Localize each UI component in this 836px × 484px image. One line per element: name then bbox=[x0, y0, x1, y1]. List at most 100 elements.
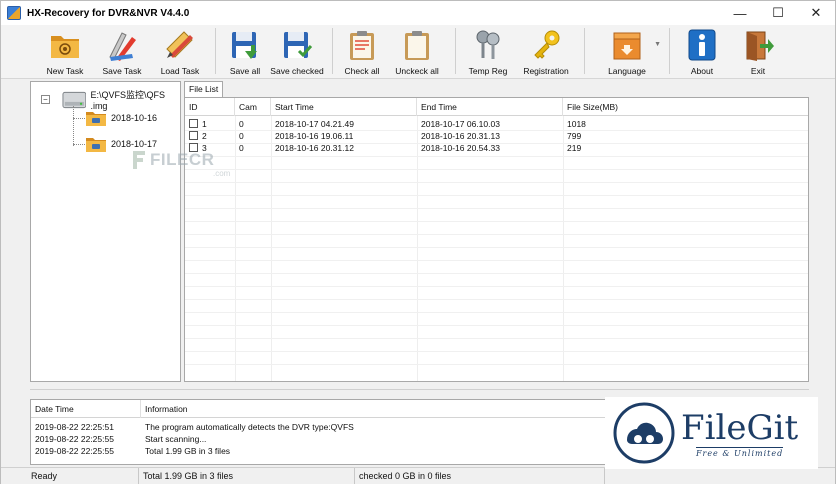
grid-line bbox=[185, 234, 808, 235]
log-info: The program automatically detects the DV… bbox=[145, 422, 354, 432]
grid-line bbox=[185, 338, 808, 339]
close-button[interactable]: ✕ bbox=[797, 1, 835, 25]
check-all-label: Check all bbox=[344, 66, 380, 76]
golden-key-icon bbox=[529, 28, 563, 62]
toolbar-separator bbox=[215, 28, 216, 74]
table-row[interactable]: 3 0 2018-10-16 20.31.12 2018-10-16 20.54… bbox=[185, 142, 808, 155]
registration-button[interactable]: Registration bbox=[514, 25, 578, 77]
ruler-pencil-icon bbox=[105, 28, 139, 62]
row-id: 2 bbox=[202, 131, 207, 141]
log-info: Total 1.99 GB in 3 files bbox=[145, 446, 231, 456]
filegit-watermark: FileGit Free & Unlimited bbox=[605, 397, 818, 469]
cell-file-size: 219 bbox=[567, 143, 582, 153]
hard-drive-icon bbox=[62, 91, 86, 108]
toolbar-separator bbox=[455, 28, 456, 74]
status-checked: checked 0 GB in 0 files bbox=[355, 468, 605, 484]
save-task-label: Save Task bbox=[102, 66, 142, 76]
window-controls: — ☐ ✕ bbox=[721, 1, 835, 25]
file-list-table: ID Cam Start Time End Time File Size(MB)… bbox=[184, 97, 809, 382]
tree-item-label: 2018-10-16 bbox=[111, 113, 158, 123]
save-all-button[interactable]: Save all bbox=[222, 25, 268, 77]
new-task-button[interactable]: New Task bbox=[37, 25, 93, 77]
grid-line bbox=[185, 169, 808, 170]
uncheck-all-button[interactable]: Unckeck all bbox=[385, 25, 449, 77]
language-button[interactable]: Language ▼ bbox=[591, 25, 663, 77]
minimize-button[interactable]: — bbox=[721, 1, 759, 25]
info-icon bbox=[685, 28, 719, 62]
exit-label: Exit bbox=[750, 66, 766, 76]
keys-icon bbox=[471, 28, 505, 62]
filecr-watermark: FILECR .com bbox=[131, 149, 230, 178]
check-all-button[interactable]: Check all bbox=[339, 25, 385, 77]
column-header-cam[interactable]: Cam bbox=[235, 98, 271, 116]
folder-tree: − E:\QVFS监控\QFS .img 2018-10-16 2018-10-… bbox=[30, 81, 181, 382]
cell-cam: 0 bbox=[239, 143, 244, 153]
collapse-toggle[interactable]: − bbox=[41, 95, 50, 104]
column-header-start-time[interactable]: Start Time bbox=[271, 98, 417, 116]
column-header-date-time[interactable]: Date Time bbox=[31, 400, 141, 418]
about-label: About bbox=[690, 66, 714, 76]
new-task-label: New Task bbox=[46, 66, 84, 76]
row-id: 1 bbox=[202, 119, 207, 129]
tree-root-item[interactable]: − E:\QVFS监控\QFS .img bbox=[41, 88, 180, 111]
filegit-tagline: Free & Unlimited bbox=[695, 446, 784, 458]
uncheck-all-label: Unckeck all bbox=[395, 66, 439, 76]
grid-line bbox=[185, 286, 808, 287]
registration-label: Registration bbox=[523, 66, 569, 76]
row-checkbox[interactable] bbox=[189, 119, 198, 128]
filecr-sub: .com bbox=[213, 169, 231, 178]
filegit-logo-icon bbox=[613, 402, 675, 464]
folder-open-icon bbox=[48, 28, 82, 62]
load-task-label: Load Task bbox=[160, 66, 200, 76]
log-time: 2019-08-22 22:25:51 bbox=[35, 422, 114, 432]
grid-line bbox=[185, 247, 808, 248]
language-label: Language bbox=[608, 66, 646, 76]
floppy-save-icon bbox=[228, 28, 262, 62]
grid-line bbox=[185, 195, 808, 196]
log-time: 2019-08-22 22:25:55 bbox=[35, 434, 114, 444]
grid-line bbox=[185, 351, 808, 352]
chevron-down-icon[interactable]: ▼ bbox=[654, 41, 661, 48]
title-bar: HX-Recovery for DVR&NVR V4.4.0 — ☐ ✕ bbox=[1, 1, 835, 25]
grid-line bbox=[185, 299, 808, 300]
exit-button[interactable]: Exit bbox=[728, 25, 788, 77]
tab-strip: File List bbox=[184, 81, 809, 97]
window-title: HX-Recovery for DVR&NVR V4.4.0 bbox=[27, 7, 190, 19]
camera-folder-icon bbox=[86, 138, 106, 152]
load-task-button[interactable]: Load Task bbox=[151, 25, 209, 77]
maximize-button[interactable]: ☐ bbox=[759, 1, 797, 25]
floppy-check-icon bbox=[280, 28, 314, 62]
cell-start-time: 2018-10-16 20.31.12 bbox=[275, 143, 354, 153]
filecr-text: FILECR bbox=[150, 150, 215, 169]
row-checkbox[interactable] bbox=[189, 131, 198, 140]
tree-connector bbox=[73, 106, 74, 146]
filecr-logo-icon bbox=[133, 151, 145, 169]
tree-item-date[interactable]: 2018-10-16 bbox=[85, 109, 157, 127]
save-checked-button[interactable]: Save checked bbox=[268, 25, 326, 77]
exit-door-icon bbox=[741, 28, 775, 62]
grid-line bbox=[185, 208, 808, 209]
grid-line bbox=[185, 312, 808, 313]
temp-reg-button[interactable]: Temp Reg bbox=[462, 25, 514, 77]
clipboard-empty-icon bbox=[400, 28, 434, 62]
save-task-button[interactable]: Save Task bbox=[93, 25, 151, 77]
grid-line bbox=[185, 182, 808, 183]
column-header-file-size[interactable]: File Size(MB) bbox=[563, 98, 808, 116]
tree-root-label: E:\QVFS监控\QFS .img bbox=[90, 90, 165, 111]
grid-line bbox=[185, 221, 808, 222]
filegit-text-block: FileGit Free & Unlimited bbox=[681, 409, 798, 458]
grid-line bbox=[185, 156, 808, 157]
column-header-id[interactable]: ID bbox=[185, 98, 235, 116]
package-icon bbox=[610, 28, 644, 62]
column-header-end-time[interactable]: End Time bbox=[417, 98, 563, 116]
panel-splitter[interactable] bbox=[30, 389, 809, 395]
toolbar-separator bbox=[584, 28, 585, 74]
app-window: HX-Recovery for DVR&NVR V4.4.0 — ☐ ✕ New… bbox=[0, 0, 836, 484]
pencil-ruler-icon bbox=[163, 28, 197, 62]
log-info: Start scanning... bbox=[145, 434, 207, 444]
save-checked-label: Save checked bbox=[270, 66, 324, 76]
grid-line bbox=[185, 260, 808, 261]
tab-file-list[interactable]: File List bbox=[184, 81, 224, 97]
about-button[interactable]: About bbox=[676, 25, 728, 77]
grid-line bbox=[185, 273, 808, 274]
